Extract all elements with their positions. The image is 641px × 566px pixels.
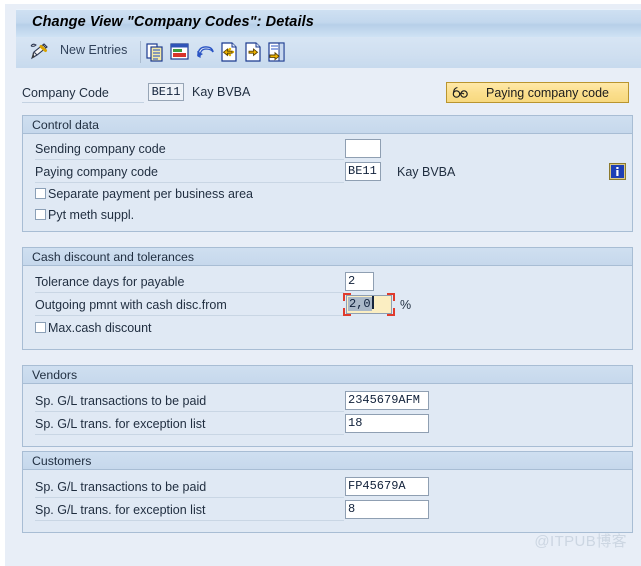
last-entry-icon[interactable] [266,41,288,63]
field-rule [35,497,344,498]
field-rule [35,292,344,293]
toolbar-separator [140,41,141,63]
customer-sp-gl-to-be-paid-input[interactable]: FP45679A [345,477,429,496]
sending-company-code-input[interactable] [345,139,381,158]
customer-sp-gl-exception-input[interactable]: 8 [345,500,429,519]
information-icon[interactable] [609,163,626,180]
row-sending-company-code: Sending company code [23,139,632,161]
group-cash-discount-and-tolerances: Cash discount and tolerances Tolerance d… [22,247,633,350]
checkbox-label: Pyt meth suppl. [48,208,135,222]
field-rule [35,434,344,435]
label-rule [22,102,144,103]
group-title: Control data [32,118,99,132]
pencil-display-change-icon[interactable] [28,41,52,62]
field-rule [35,182,344,183]
previous-entry-icon[interactable] [218,41,240,63]
field-label: Sp. G/L trans. for exception list [35,503,206,517]
field-rule [35,520,344,521]
field-label: Sp. G/L transactions to be paid [35,394,207,408]
group-title: Customers [32,454,92,468]
tolerance-days-input[interactable]: 2 [345,272,374,291]
row-paying-company-code: Paying company code BE11 Kay BVBA [23,162,632,184]
sap-detail-window: Change View "Company Codes": Details New… [5,4,641,566]
company-code-header-row: Company Code BE11 Kay BVBA Paying compan… [16,82,641,106]
outgoing-pmnt-cash-disc-input[interactable]: 2,0 [346,295,392,314]
row-customer-sp-gl-to-be-paid: Sp. G/L transactions to be paid FP45679A [23,477,632,499]
detail-form-area: Company Code BE11 Kay BVBA Paying compan… [16,68,641,565]
company-name-text: Kay BVBA [192,85,251,99]
page-title: Change View "Company Codes": Details [32,14,314,30]
company-code-value[interactable]: BE11 [148,83,184,101]
group-header-control-data: Control data [22,115,633,134]
row-separate-payment: Separate payment per business area [23,185,632,206]
separate-payment-checkbox[interactable] [35,188,46,199]
group-header-customers: Customers [22,451,633,470]
field-label: Outgoing pmnt with cash disc.from [35,298,227,312]
next-entry-icon[interactable] [242,41,264,63]
paying-company-code-button[interactable]: Paying company code [446,82,629,103]
row-vendor-sp-gl-to-be-paid: Sp. G/L transactions to be paid 2345679A… [23,391,632,413]
new-entries-button[interactable]: New Entries [60,43,127,64]
watermark: @ITPUB博客 [534,533,627,550]
row-pyt-meth-suppl: Pyt meth suppl. [23,206,632,227]
checkbox-label: Separate payment per business area [48,187,253,201]
row-max-cash-discount: Max.cash discount [23,319,632,340]
vendor-sp-gl-to-be-paid-input[interactable]: 2345679AFM [345,391,429,410]
application-toolbar: New Entries [16,37,641,68]
row-customer-sp-gl-exception: Sp. G/L trans. for exception list 8 [23,500,632,522]
row-vendor-sp-gl-exception: Sp. G/L trans. for exception list 18 [23,414,632,436]
field-label: Sending company code [35,142,166,156]
paying-company-name-text: Kay BVBA [397,165,456,179]
pyt-meth-suppl-checkbox[interactable] [35,209,46,220]
field-label: Sp. G/L trans. for exception list [35,417,206,431]
field-label: Paying company code [35,165,158,179]
group-title: Vendors [32,368,78,382]
field-rule [35,315,344,316]
paying-company-code-input[interactable]: BE11 [345,162,381,181]
row-outgoing-pmnt-cash-disc: Outgoing pmnt with cash disc.from 2,0 % [23,293,632,317]
field-rule [35,411,344,412]
percent-sign: % [400,298,412,312]
window-title-bar: Change View "Company Codes": Details [16,9,641,37]
group-customers: Customers Sp. G/L transactions to be pai… [22,451,633,533]
vendor-sp-gl-exception-input[interactable]: 18 [345,414,429,433]
paying-company-code-button-label: Paying company code [486,86,609,100]
max-cash-discount-checkbox[interactable] [35,322,46,333]
group-control-data: Control data Sending company code Paying… [22,115,633,232]
group-vendors: Vendors Sp. G/L transactions to be paid … [22,365,633,447]
group-title: Cash discount and tolerances [32,250,195,264]
group-header-vendors: Vendors [22,365,633,384]
outgoing-pmnt-focus-frame: 2,0 [343,293,395,316]
undo-icon[interactable] [194,41,216,63]
field-label: Sp. G/L transactions to be paid [35,480,207,494]
field-rule [35,159,344,160]
company-code-label: Company Code [22,86,109,100]
field-label: Tolerance days for payable [35,275,185,289]
copy-icon[interactable] [144,41,166,63]
row-tolerance-days: Tolerance days for payable 2 [23,272,632,294]
text-caret [371,296,374,309]
selected-text: 2,0 [348,297,372,311]
checkbox-label: Max.cash discount [48,321,152,335]
copy-as-icon[interactable] [169,41,191,63]
group-header-cash-discount: Cash discount and tolerances [22,247,633,266]
